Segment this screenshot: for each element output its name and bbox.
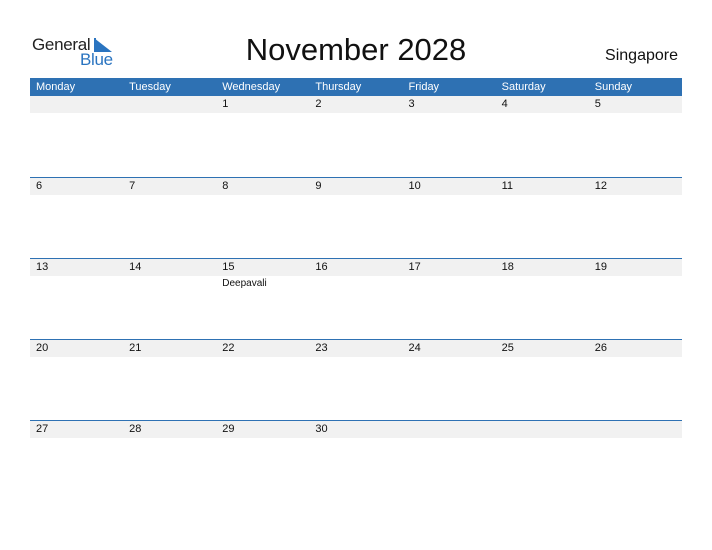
day-number: 12 — [594, 180, 607, 192]
day-cell — [403, 421, 496, 438]
day-number: 19 — [594, 261, 607, 273]
day-number: 11 — [501, 180, 514, 192]
day-cell: 22 — [216, 340, 309, 357]
country-label: Singapore — [605, 47, 678, 64]
day-cell: 2 — [309, 96, 402, 113]
day-cell: 26 — [589, 340, 682, 357]
day-cell: 25 — [496, 340, 589, 357]
weekday-tuesday: Tuesday — [129, 81, 171, 93]
day-number: 14 — [129, 261, 142, 273]
day-number: 4 — [501, 98, 508, 110]
day-number: 24 — [408, 342, 421, 354]
weekday-thursday: Thursday — [315, 81, 362, 93]
weekday-sunday: Sunday — [594, 81, 633, 93]
weekday-wednesday: Wednesday — [222, 81, 281, 93]
week-row: 6 7 8 9 10 11 12 — [30, 177, 682, 258]
date-band: 20 21 22 23 24 25 26 — [30, 340, 682, 357]
weekday-header: Monday Tuesday Wednesday Thursday Friday… — [30, 78, 682, 96]
date-band: 13 14 15 Deepavali 16 17 18 19 — [30, 259, 682, 289]
day-cell: 21 — [123, 340, 216, 357]
day-cell — [496, 421, 589, 438]
day-cell: 13 — [30, 259, 123, 276]
day-number: 13 — [36, 261, 49, 273]
day-cell: 20 — [30, 340, 123, 357]
day-number: 25 — [501, 342, 514, 354]
week-row: 27 28 29 30 — [30, 420, 682, 501]
day-cell: 6 — [30, 178, 123, 195]
day-number: 27 — [36, 423, 49, 435]
day-number: 1 — [222, 98, 229, 110]
day-number: 30 — [315, 423, 328, 435]
day-cell: 30 — [309, 421, 402, 438]
day-number: 10 — [408, 180, 421, 192]
day-number: 22 — [222, 342, 235, 354]
day-number: 7 — [129, 180, 136, 192]
day-number: 17 — [408, 261, 421, 273]
day-cell: 29 — [216, 421, 309, 438]
day-number: 3 — [408, 98, 415, 110]
date-band: 6 7 8 9 10 11 12 — [30, 178, 682, 195]
day-cell: 7 — [123, 178, 216, 195]
day-number: 2 — [315, 98, 322, 110]
date-band: 27 28 29 30 — [30, 421, 682, 438]
day-cell: 10 — [403, 178, 496, 195]
week-row: 1 2 3 4 5 — [30, 96, 682, 177]
day-cell — [123, 96, 216, 113]
calendar-grid: Monday Tuesday Wednesday Thursday Friday… — [30, 78, 682, 501]
day-cell: 28 — [123, 421, 216, 438]
day-cell: 5 — [589, 96, 682, 113]
day-cell: 17 — [403, 259, 496, 276]
day-cell: 14 — [123, 259, 216, 276]
day-number: 18 — [501, 261, 514, 273]
day-number: 15 — [222, 261, 235, 273]
day-number: 5 — [594, 98, 601, 110]
day-number: 20 — [36, 342, 49, 354]
day-number: 6 — [36, 180, 43, 192]
holiday-label: Deepavali — [222, 278, 267, 289]
weekday-saturday: Saturday — [501, 81, 546, 93]
day-cell: 1 — [216, 96, 309, 113]
weekday-friday: Friday — [408, 81, 440, 93]
day-number: 9 — [315, 180, 322, 192]
date-band: 1 2 3 4 5 — [30, 96, 682, 113]
day-number: 23 — [315, 342, 328, 354]
day-cell: 9 — [309, 178, 402, 195]
day-cell: 16 — [309, 259, 402, 276]
day-cell: 23 — [309, 340, 402, 357]
day-cell: 3 — [403, 96, 496, 113]
day-cell: 8 — [216, 178, 309, 195]
week-row: 20 21 22 23 24 25 26 — [30, 339, 682, 420]
weeks-container: 1 2 3 4 5 6 7 8 9 10 11 12 13 14 15 Deepavali 16 17 18 19 20… — [30, 96, 682, 501]
day-cell: 12 — [589, 178, 682, 195]
day-cell: 15 Deepavali — [216, 259, 309, 289]
day-cell — [589, 421, 682, 438]
day-cell: 19 — [589, 259, 682, 276]
day-number: 29 — [222, 423, 235, 435]
day-number: 26 — [594, 342, 607, 354]
day-number: 28 — [129, 423, 142, 435]
day-cell: 18 — [496, 259, 589, 276]
day-cell — [30, 96, 123, 113]
week-row: 13 14 15 Deepavali 16 17 18 19 — [30, 258, 682, 339]
weekday-monday: Monday — [36, 81, 76, 93]
day-number: 16 — [315, 261, 328, 273]
day-cell: 11 — [496, 178, 589, 195]
day-cell: 24 — [403, 340, 496, 357]
day-cell: 27 — [30, 421, 123, 438]
day-number: 21 — [129, 342, 142, 354]
day-cell: 4 — [496, 96, 589, 113]
day-number: 8 — [222, 180, 229, 192]
